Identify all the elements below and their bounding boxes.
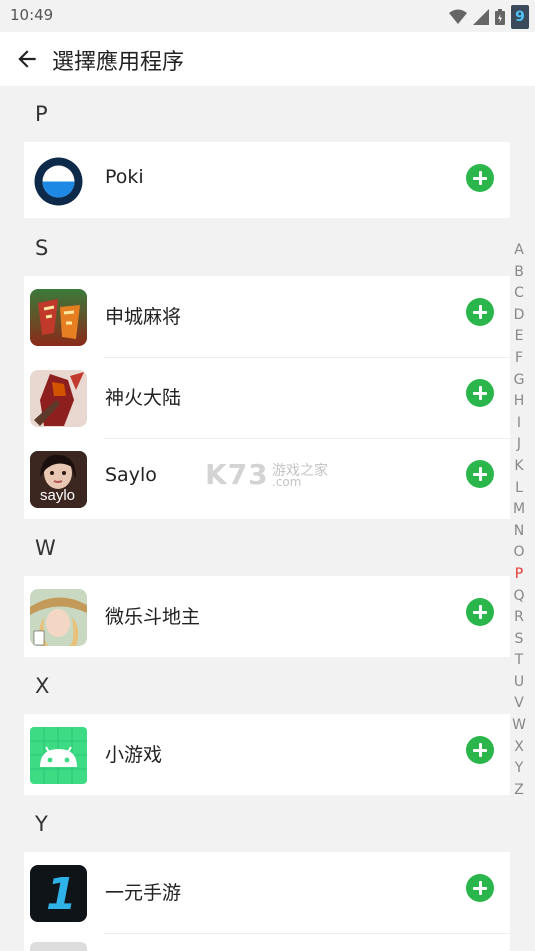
index-letter-m[interactable]: M [511,499,527,521]
app-name: 申城麻将 [105,306,182,328]
saylo-icon: saylo [30,451,87,508]
notification-badge: 9 [511,5,529,29]
index-letter-n[interactable]: N [511,521,527,543]
poki-icon [30,153,87,210]
watermark-logo: K73 [205,458,269,491]
add-button[interactable] [466,460,494,488]
status-icons: 9 [449,5,529,29]
card-game-icon [30,589,87,646]
section-header-x: X [35,674,50,698]
status-time: 10:49 [10,6,54,24]
index-letter-y[interactable]: Y [511,758,527,780]
index-letter-z[interactable]: Z [511,780,527,802]
alphabet-index[interactable]: ABCDEFGHIJKLMNOPQRSTUVWXYZ [511,240,527,801]
index-letter-k[interactable]: K [511,456,527,478]
app-bar: 選擇應用程序 [0,32,535,86]
index-letter-u[interactable]: U [511,672,527,694]
app-list[interactable]: P Poki S 申城麻将 神火大陆 saylo Saylo W 微乐斗地主 X… [0,86,535,951]
index-letter-e[interactable]: E [511,326,527,348]
app-name: 小游戏 [105,744,163,766]
app-name: 神火大陆 [105,387,182,409]
index-letter-f[interactable]: F [511,348,527,370]
index-letter-v[interactable]: V [511,693,527,715]
status-bar: 10:49 9 [0,0,535,32]
list-item[interactable]: 申城麻将 [24,276,510,357]
index-letter-h[interactable]: H [511,391,527,413]
app-name: 一元手游 [105,882,182,904]
index-letter-i[interactable]: I [511,413,527,435]
app-name: 微乐斗地主 [105,606,201,628]
index-letter-w[interactable]: W [511,715,527,737]
app-name: Saylo [105,464,157,486]
index-letter-x[interactable]: X [511,737,527,759]
add-button[interactable] [466,874,494,902]
index-letter-g[interactable]: G [511,370,527,392]
signal-icon [473,9,489,25]
warrior-game-icon [30,370,87,427]
section-header-w: W [35,536,56,560]
list-item[interactable]: 小游戏 [24,714,510,795]
add-button[interactable] [466,379,494,407]
index-letter-s[interactable]: S [511,629,527,651]
section-header-y: Y [35,812,48,836]
divider [104,933,510,934]
saylo-icon-text: saylo [40,487,76,504]
add-button[interactable] [466,598,494,626]
index-letter-b[interactable]: B [511,262,527,284]
partial-app-icon [30,942,87,951]
app-name: Poki [105,166,144,188]
section-header-s: S [35,236,49,260]
add-button[interactable] [466,164,494,192]
add-button[interactable] [466,298,494,326]
divider [104,357,510,358]
index-letter-l[interactable]: L [511,478,527,500]
list-item[interactable]: 1 一元手游 [24,852,510,951]
battery-icon [495,9,505,25]
index-letter-r[interactable]: R [511,607,527,629]
list-item[interactable]: Poki [24,142,510,218]
section-header-p: P [35,102,48,126]
wifi-icon [449,9,467,24]
index-letter-t[interactable]: T [511,650,527,672]
index-letter-j[interactable]: J [511,434,527,456]
page-title: 選擇應用程序 [52,50,185,75]
index-letter-p[interactable]: P [511,564,527,586]
list-item[interactable]: 微乐斗地主 [24,576,510,657]
yiyuan-icon-text: 1 [46,869,77,920]
android-icon [30,727,87,784]
index-letter-a[interactable]: A [511,240,527,262]
mahjong-icon [30,289,87,346]
yiyuan-icon: 1 [30,865,87,922]
add-button[interactable] [466,736,494,764]
index-letter-q[interactable]: Q [511,586,527,608]
index-letter-d[interactable]: D [511,305,527,327]
divider [104,438,510,439]
list-item[interactable]: 神火大陆 [24,357,510,438]
back-arrow-icon[interactable] [14,46,40,72]
index-letter-o[interactable]: O [511,542,527,564]
index-letter-c[interactable]: C [511,283,527,305]
watermark-domain: .com [272,475,302,489]
